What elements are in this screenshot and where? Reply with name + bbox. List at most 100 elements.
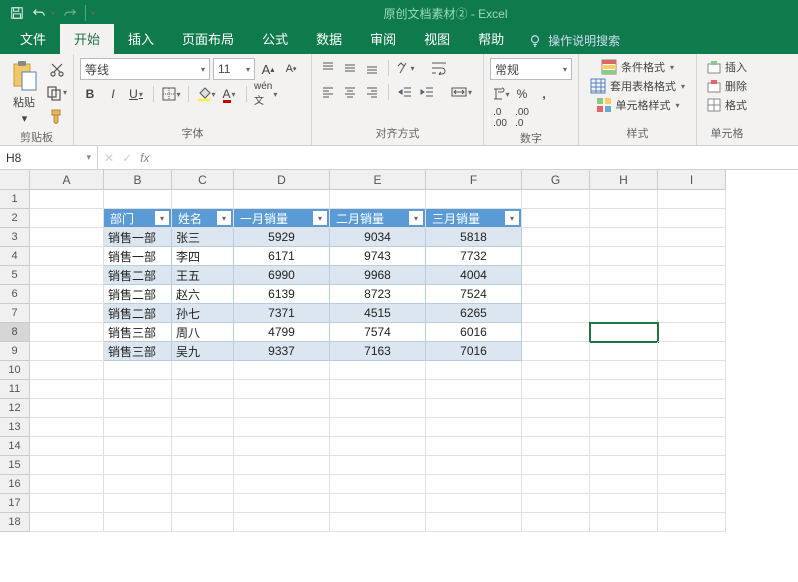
conditional-formatting-button[interactable]: 条件格式▾ [597,58,678,76]
filter-dropdown-icon[interactable]: ▾ [217,211,231,225]
decrease-indent-button[interactable] [395,82,415,102]
cell-D1[interactable] [234,190,330,209]
cell-F12[interactable] [426,399,522,418]
row-header-3[interactable]: 3 [0,228,30,247]
cell-D3[interactable]: 5929 [234,228,330,247]
row-header-6[interactable]: 6 [0,285,30,304]
align-bottom-button[interactable] [362,58,382,78]
cell-F4[interactable]: 7732 [426,247,522,266]
cell-B7[interactable]: 销售二部 [104,304,172,323]
cell-F5[interactable]: 4004 [426,266,522,285]
cell-D18[interactable] [234,513,330,532]
merge-center-button[interactable]: ▾ [451,82,472,102]
select-all-corner[interactable] [0,170,30,190]
row-header-4[interactable]: 4 [0,247,30,266]
cell-B2[interactable]: 部门▾ [104,209,172,228]
cell-I18[interactable] [658,513,726,532]
cell-G5[interactable] [522,266,590,285]
increase-font-button[interactable]: A▴ [258,59,278,79]
number-format-combo[interactable]: 常规▾ [490,58,572,80]
align-top-button[interactable] [318,58,338,78]
cell-H2[interactable] [590,209,658,228]
cell-H4[interactable] [590,247,658,266]
cell-B16[interactable] [104,475,172,494]
chevron-down-icon[interactable]: ▾ [86,152,91,163]
row-header-2[interactable]: 2 [0,209,30,228]
cell-D16[interactable] [234,475,330,494]
cell-I9[interactable] [658,342,726,361]
font-color-button[interactable]: A▾ [219,84,239,104]
col-header-A[interactable]: A [30,170,104,190]
cell-H9[interactable] [590,342,658,361]
cell-F15[interactable] [426,456,522,475]
cell-A13[interactable] [30,418,104,437]
col-header-E[interactable]: E [330,170,426,190]
cell-G2[interactable] [522,209,590,228]
cell-I2[interactable] [658,209,726,228]
cell-F8[interactable]: 6016 [426,323,522,342]
cell-E6[interactable]: 8723 [330,285,426,304]
cell-I13[interactable] [658,418,726,437]
cell-C1[interactable] [172,190,234,209]
cell-B18[interactable] [104,513,172,532]
tab-file[interactable]: 文件 [6,24,60,54]
cell-A7[interactable] [30,304,104,323]
cell-G6[interactable] [522,285,590,304]
cell-E15[interactable] [330,456,426,475]
cell-D14[interactable] [234,437,330,456]
tab-formulas[interactable]: 公式 [248,24,302,54]
cell-C4[interactable]: 李四 [172,247,234,266]
percent-button[interactable]: % [512,84,532,104]
cell-B9[interactable]: 销售三部 [104,342,172,361]
bold-button[interactable]: B [80,84,100,104]
cell-C9[interactable]: 吴九 [172,342,234,361]
cut-button[interactable] [46,60,67,80]
cell-H12[interactable] [590,399,658,418]
cell-B14[interactable] [104,437,172,456]
cell-C3[interactable]: 张三 [172,228,234,247]
cell-F17[interactable] [426,494,522,513]
cell-A9[interactable] [30,342,104,361]
cell-D8[interactable]: 4799 [234,323,330,342]
cell-I17[interactable] [658,494,726,513]
cell-I5[interactable] [658,266,726,285]
cell-A17[interactable] [30,494,104,513]
qat-customize-icon[interactable]: ▾ [91,9,95,18]
cell-G4[interactable] [522,247,590,266]
fx-icon[interactable]: fx [140,151,149,165]
align-right-button[interactable] [362,82,382,102]
cell-E18[interactable] [330,513,426,532]
cell-E5[interactable]: 9968 [330,266,426,285]
redo-icon[interactable] [63,6,77,20]
cell-C17[interactable] [172,494,234,513]
cell-D13[interactable] [234,418,330,437]
font-name-combo[interactable]: 等线▾ [80,58,210,80]
cell-D5[interactable]: 6990 [234,266,330,285]
cell-E9[interactable]: 7163 [330,342,426,361]
cell-C12[interactable] [172,399,234,418]
cell-H3[interactable] [590,228,658,247]
cell-I11[interactable] [658,380,726,399]
tab-review[interactable]: 审阅 [356,24,410,54]
row-header-12[interactable]: 12 [0,399,30,418]
cell-D9[interactable]: 9337 [234,342,330,361]
filter-dropdown-icon[interactable]: ▾ [155,211,169,225]
cell-C11[interactable] [172,380,234,399]
cell-G8[interactable] [522,323,590,342]
comma-button[interactable]: , [534,84,554,104]
cell-I3[interactable] [658,228,726,247]
cell-A12[interactable] [30,399,104,418]
cell-I16[interactable] [658,475,726,494]
cell-B3[interactable]: 销售一部 [104,228,172,247]
cell-H10[interactable] [590,361,658,380]
name-box[interactable]: H8▾ [0,146,98,169]
align-middle-button[interactable] [340,58,360,78]
cell-C7[interactable]: 孙七 [172,304,234,323]
cell-E7[interactable]: 4515 [330,304,426,323]
cell-G14[interactable] [522,437,590,456]
cell-D10[interactable] [234,361,330,380]
cell-A5[interactable] [30,266,104,285]
tab-help[interactable]: 帮助 [464,24,518,54]
underline-button[interactable]: U▾ [126,84,146,104]
cell-E2[interactable]: 二月销量▾ [330,209,426,228]
